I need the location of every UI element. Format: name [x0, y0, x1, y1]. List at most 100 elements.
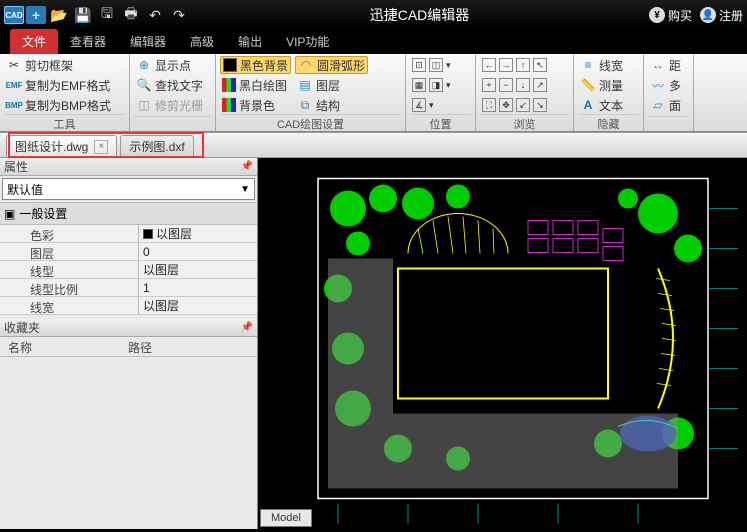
pin-icon[interactable]: 📌 [241, 161, 253, 172]
prop-row[interactable]: 线宽以图层 [0, 297, 257, 315]
color-swatch [143, 229, 153, 239]
scissors-icon: ✂ [6, 57, 22, 73]
crosshair-icon: ⊕ [136, 57, 152, 73]
pan-icon: ✥ [499, 98, 513, 112]
text-button[interactable]: A文本 [578, 96, 625, 114]
undo-icon[interactable]: ↶ [144, 4, 166, 26]
layers-button[interactable]: ▤图层 [295, 76, 368, 94]
properties-title: 属性📌 [0, 158, 257, 176]
ruler-icon: 📏 [580, 77, 596, 93]
group-label-pos: 位置 [410, 114, 471, 133]
cut-frame-button[interactable]: ✂剪切框架 [4, 56, 113, 74]
trim-raster-button[interactable]: ◫修剪光栅 [134, 96, 205, 114]
angle-icon: ∡ [412, 98, 426, 112]
structure-button[interactable]: ⧉结构 [295, 96, 368, 114]
category-general[interactable]: ▣一般设置 [0, 202, 257, 225]
open-icon[interactable]: 📂 [48, 4, 70, 26]
title-right: ¥购买 👤注册 [649, 7, 743, 24]
tab-advanced[interactable]: 高级 [178, 29, 226, 54]
find-text-button[interactable]: 🔍查找文字 [134, 76, 205, 94]
cad-drawing [258, 158, 747, 529]
snap-icon: ⊡ [412, 58, 426, 72]
dr-icon: ↘ [533, 98, 547, 112]
left-pane: 属性📌 默认值▼ ▣一般设置 色彩以图层 图层0 线型以图层 线型比例1 线宽以… [0, 158, 258, 529]
register-button[interactable]: 👤注册 [700, 7, 743, 24]
bg-color-button[interactable]: 背景色 [220, 96, 291, 114]
smooth-arc-button[interactable]: ◠圆滑弧形 [295, 56, 368, 74]
buy-button[interactable]: ¥购买 [649, 7, 692, 24]
yen-icon: ¥ [649, 7, 665, 23]
dl-icon: ↙ [516, 98, 530, 112]
zoomout-icon: − [499, 78, 513, 92]
doc-tab-label: 示例图.dxf [129, 138, 184, 155]
chevron-down-icon: ▼ [240, 184, 250, 195]
prop-row[interactable]: 色彩以图层 [0, 225, 257, 243]
lineweight-icon: ≡ [580, 57, 596, 73]
search-icon: 🔍 [136, 77, 152, 93]
group-label-empty2 [648, 116, 689, 131]
grid2-icon: ◨ [429, 78, 443, 92]
col-path[interactable]: 路径 [120, 337, 160, 356]
prop-row[interactable]: 线型以图层 [0, 261, 257, 279]
save-icon[interactable]: 💾 [72, 4, 94, 26]
group-label-empty1 [134, 116, 211, 131]
col-name[interactable]: 名称 [0, 337, 120, 356]
user-icon: 👤 [700, 7, 716, 23]
favorites-title: 收藏夹📌 [0, 319, 257, 337]
pos-btn-3[interactable]: ∡▾ [410, 96, 453, 114]
favorites-header: 名称 路径 [0, 337, 257, 357]
titlebar: CAD + 📂 💾 🖫 🖶 ↶ ↷ 迅捷CAD编辑器 ¥购买 👤注册 [0, 0, 747, 30]
pin-icon[interactable]: 📌 [241, 322, 253, 333]
redo-icon[interactable]: ↷ [168, 4, 190, 26]
app-badge[interactable]: CAD [4, 6, 24, 24]
group-label-view: 浏览 [480, 114, 569, 133]
arc-icon: ◠ [298, 57, 314, 73]
prop-row[interactable]: 图层0 [0, 243, 257, 261]
new-icon[interactable]: + [26, 6, 46, 24]
saveas-icon[interactable]: 🖫 [96, 4, 118, 26]
black-icon [223, 58, 237, 72]
doc-tab-2[interactable]: 示例图.dxf [120, 135, 193, 157]
print-icon[interactable]: 🖶 [120, 4, 142, 26]
drawing-canvas[interactable]: Model [258, 158, 747, 529]
lineweight-button[interactable]: ≡线宽 [578, 56, 625, 74]
black-bg-button[interactable]: 黑色背景 [220, 56, 291, 74]
nav-row-3[interactable]: ⛶✥↙↘ [480, 96, 549, 114]
copy-bmp-button[interactable]: BMP复制为BMP格式 [4, 96, 113, 114]
ribbon-tabs: 文件 查看器 编辑器 高级 输出 VIP功能 [0, 30, 747, 54]
tree-icon: ⧉ [297, 97, 313, 113]
tab-file[interactable]: 文件 [10, 29, 58, 54]
pos-btn-2[interactable]: ▦◨▾ [410, 76, 453, 94]
up-icon: ↑ [516, 58, 530, 72]
nav-row-1[interactable]: ←→↑↖ [480, 56, 549, 74]
tab-viewer[interactable]: 查看器 [58, 29, 118, 54]
layers-icon: ▤ [297, 77, 313, 93]
favorites-panel: 收藏夹📌 名称 路径 [0, 319, 257, 357]
main-area: 属性📌 默认值▼ ▣一般设置 色彩以图层 图层0 线型以图层 线型比例1 线宽以… [0, 158, 747, 529]
doc-tab-label: 图纸设计.dwg [15, 138, 88, 155]
area-button[interactable]: ▱面 [648, 96, 683, 114]
group-label-cadset: CAD绘图设置 [220, 114, 401, 133]
bmp-icon: BMP [6, 97, 22, 113]
tab-editor[interactable]: 编辑器 [118, 29, 178, 54]
nav-row-2[interactable]: +−↓↗ [480, 76, 549, 94]
doc-tab-1[interactable]: 图纸设计.dwg × [6, 135, 117, 157]
multi-button[interactable]: 〰多 [648, 76, 683, 94]
model-tab[interactable]: Model [260, 509, 312, 527]
bw-draw-button[interactable]: 黑白绘图 [220, 76, 291, 94]
quick-access-toolbar: CAD + 📂 💾 🖫 🖶 ↶ ↷ [4, 4, 190, 26]
document-tabs: 图纸设计.dwg × 示例图.dxf [0, 132, 747, 158]
group-label-hide: 隐藏 [578, 114, 639, 133]
prop-row[interactable]: 线型比例1 [0, 279, 257, 297]
measure-button[interactable]: 📏测量 [578, 76, 625, 94]
text-icon: A [580, 97, 596, 113]
dist-button[interactable]: ↔距 [648, 56, 683, 74]
copy-emf-button[interactable]: EMF复制为EMF格式 [4, 76, 113, 94]
property-grid: ▣一般设置 色彩以图层 图层0 线型以图层 线型比例1 线宽以图层 [0, 202, 257, 315]
default-combo[interactable]: 默认值▼ [2, 178, 255, 200]
tab-output[interactable]: 输出 [226, 29, 274, 54]
tab-vip[interactable]: VIP功能 [274, 29, 341, 54]
pos-btn-1[interactable]: ⊡◫▾ [410, 56, 453, 74]
close-icon[interactable]: × [94, 140, 108, 154]
show-points-button[interactable]: ⊕显示点 [134, 56, 205, 74]
